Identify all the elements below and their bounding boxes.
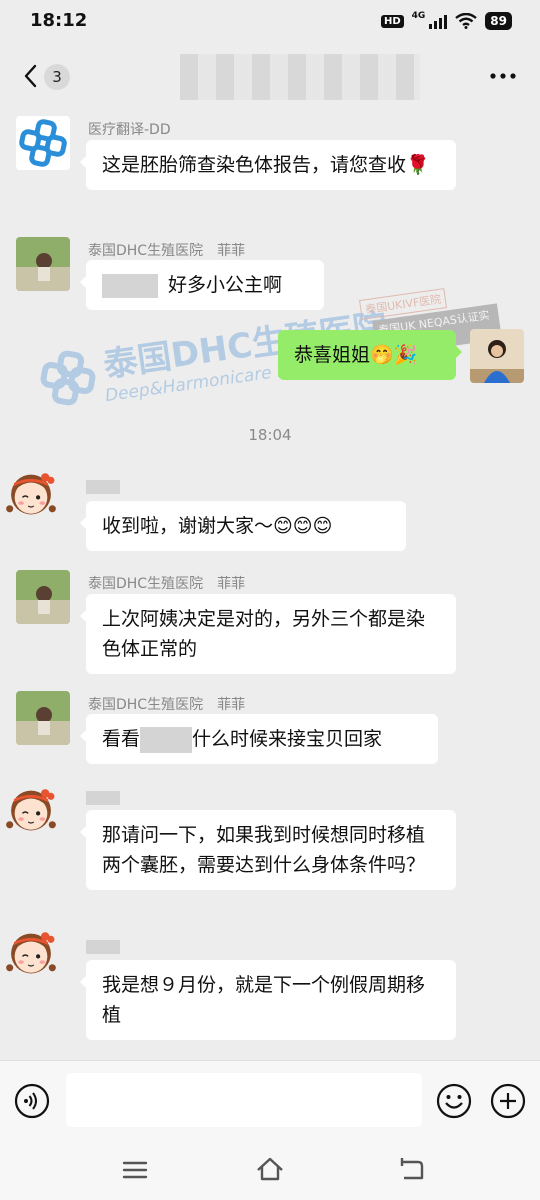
watermark-logo-icon [40,350,96,406]
cartoon-girl-icon [6,932,56,974]
unread-count-badge[interactable]: 3 [44,64,70,90]
avatar-cartoon-girl[interactable] [4,780,80,854]
chat-messages[interactable]: 泰国DHC生殖医院 Deep&Harmonicare IVF Center 泰国… [0,108,540,1060]
nav-back-icon[interactable] [396,1154,426,1184]
avatar-self[interactable] [470,329,524,383]
watermark-stamp: 泰国UKIVF医院 [359,288,448,320]
avatar-photo [470,329,524,383]
sender-name: 泰国DHC生殖医院 菲菲 [88,576,246,592]
message-bubble[interactable]: 这是胚胎筛查染色体报告，请您查收🌹 [80,140,456,190]
home-icon[interactable] [254,1154,286,1184]
wifi-icon [455,13,478,29]
sender-name: 泰国DHC生殖医院 菲菲 [88,243,246,259]
avatar-photo [16,237,70,291]
avatar-cartoon-girl[interactable] [4,464,80,538]
status-icons: HD 4G 89 [380,11,512,30]
avatar-translator[interactable] [16,116,70,170]
message-bubble[interactable]: 好多小公主啊 [80,260,324,310]
message-text: 什么时候来接宝贝回家 [192,728,383,750]
more-icon[interactable] [488,66,518,86]
message-input-bar [0,1060,540,1140]
avatar-hospital[interactable] [16,570,70,624]
avatar-photo [16,570,70,624]
message-text: 看看 [102,728,141,750]
status-time: 18:12 [30,10,88,31]
system-nav-bar [0,1140,540,1200]
add-icon[interactable] [490,1083,526,1119]
message-bubble[interactable]: 那请问一下，如果我到时候想同时移植两个囊胚，需要达到什么身体条件吗？ [80,810,456,890]
message-bubble-own[interactable]: 恭喜姐姐🤭🎉 [278,330,462,380]
cartoon-girl-icon [6,789,56,831]
redacted-name [102,273,158,298]
message-bubble[interactable]: 我是想９月份，就是下一个例假周期移植 [80,960,456,1040]
menu-icon[interactable] [120,1156,150,1184]
cartoon-girl-icon [6,473,56,515]
message-input[interactable] [66,1073,422,1127]
avatar-hospital[interactable] [16,237,70,291]
message-text: 好多小公主啊 [168,274,283,296]
redacted-name [86,791,120,805]
avatar-photo [16,691,70,745]
voice-input-icon[interactable] [14,1083,50,1119]
chat-header: 3 [0,44,540,108]
message-bubble[interactable]: 上次阿姨决定是对的，另外三个都是染色体正常的 [80,594,456,674]
emoji-icon[interactable] [436,1083,472,1119]
avatar-cartoon-girl[interactable] [4,923,80,997]
sender-name: 医疗翻译-DD [88,122,171,138]
battery-icon: 89 [485,12,512,30]
status-bar: 18:12 HD 4G 89 [0,0,540,44]
sender-name: 泰国DHC生殖医院 菲菲 [88,697,246,713]
redacted-name [86,940,120,954]
hd-icon: HD [380,14,404,28]
back-icon[interactable] [18,62,46,90]
chat-title-blurred [180,54,420,100]
message-bubble[interactable]: 看看 什么时候来接宝贝回家 [80,714,438,764]
medical-cross-logo-icon [16,116,70,170]
message-bubble[interactable]: 收到啦，谢谢大家～😊😊😊 [80,501,406,551]
redacted-name [140,726,193,753]
redacted-name [86,480,120,494]
signal-icon [429,13,448,29]
avatar-hospital[interactable] [16,691,70,745]
network-type: 4G [411,11,426,21]
message-timestamp: 18:04 [248,426,292,444]
